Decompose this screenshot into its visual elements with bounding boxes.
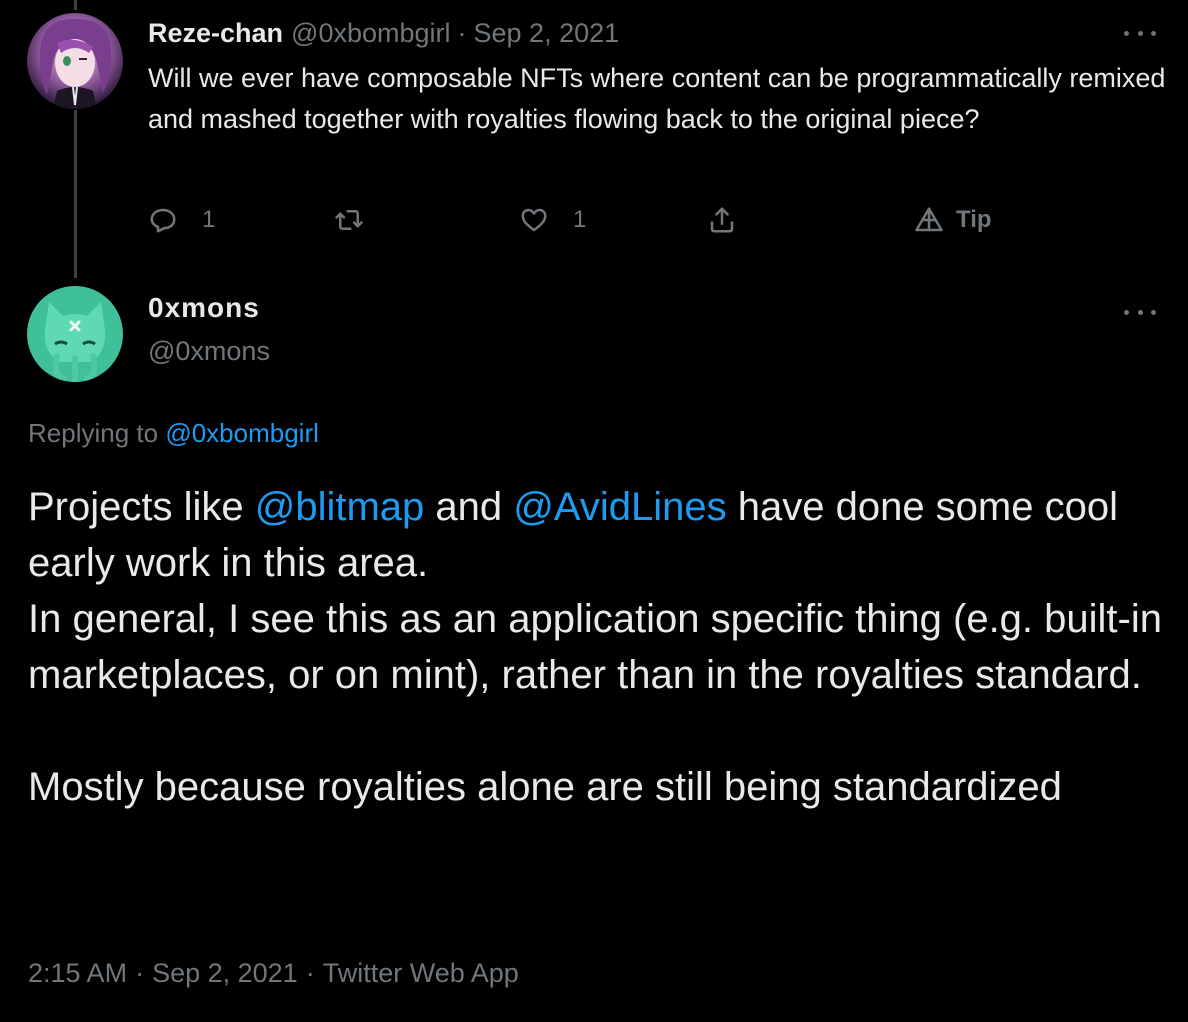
tweet-metadata: 2:15 AM · Sep 2, 2021 · Twitter Web App	[28, 958, 519, 989]
like-count: 1	[573, 206, 587, 233]
tweet-date[interactable]: Sep 2, 2021	[152, 958, 298, 988]
separator: ·	[457, 17, 467, 48]
replying-to-label: Replying to	[28, 418, 159, 448]
tip-icon	[915, 207, 943, 232]
author-display-name[interactable]: Reze-chan	[148, 18, 283, 49]
replying-to-handle[interactable]: @0xbombgirl	[165, 418, 319, 448]
separator: ·	[305, 958, 315, 988]
tweet-time[interactable]: 2:15 AM	[28, 958, 127, 988]
tweet-source[interactable]: Twitter Web App	[323, 958, 519, 988]
tweet-paragraph: In general, I see this as an application…	[28, 597, 1162, 697]
share-icon	[710, 207, 734, 233]
retweet-button[interactable]	[334, 198, 364, 242]
tweet-header: Reze-chan @0xbombgirl · Sep 2, 2021	[148, 16, 619, 50]
text-segment: and	[424, 485, 514, 529]
reply-icon	[150, 208, 176, 233]
tweet-text: Will we ever have composable NFTs where …	[148, 63, 1166, 134]
author-handle[interactable]: @0xmons	[148, 336, 270, 367]
author-display-name[interactable]: 0xmons	[148, 292, 260, 332]
mention-link[interactable]: @blitmap	[255, 485, 425, 529]
share-button[interactable]	[707, 198, 737, 242]
tweet-paragraph: Projects like @blitmap and @AvidLines ha…	[28, 479, 1168, 591]
separator: ·	[135, 958, 145, 988]
reply-count: 1	[202, 206, 216, 233]
retweet-icon	[335, 210, 363, 230]
more-icon[interactable]	[1118, 300, 1162, 324]
tip-button[interactable]: Tip	[914, 198, 992, 242]
tweet-text: Projects like @blitmap and @AvidLines ha…	[28, 479, 1168, 815]
tweet-paragraph: Mostly because royalties alone are still…	[28, 765, 1062, 809]
avatar[interactable]	[27, 13, 123, 109]
avatar[interactable]	[27, 286, 123, 382]
more-icon[interactable]	[1118, 21, 1162, 45]
author-handle[interactable]: @0xbombgirl	[291, 18, 450, 49]
mention-link[interactable]: @AvidLines	[513, 485, 726, 529]
reply-button[interactable]: 1	[148, 198, 215, 242]
like-button[interactable]: 1	[519, 198, 586, 242]
tweet-actions: 1 1 Tip	[0, 198, 1188, 242]
tip-label: Tip	[956, 206, 992, 233]
thread-connector-line	[74, 0, 77, 10]
tweet-date[interactable]: Sep 2, 2021	[474, 18, 620, 49]
text-segment: Projects like	[28, 485, 255, 529]
thread-connector-line	[74, 110, 77, 278]
tweet-thread: Reze-chan @0xbombgirl · Sep 2, 2021 Will…	[0, 0, 1188, 1022]
heart-icon	[521, 208, 547, 232]
replying-to: Replying to @0xbombgirl	[28, 418, 319, 449]
